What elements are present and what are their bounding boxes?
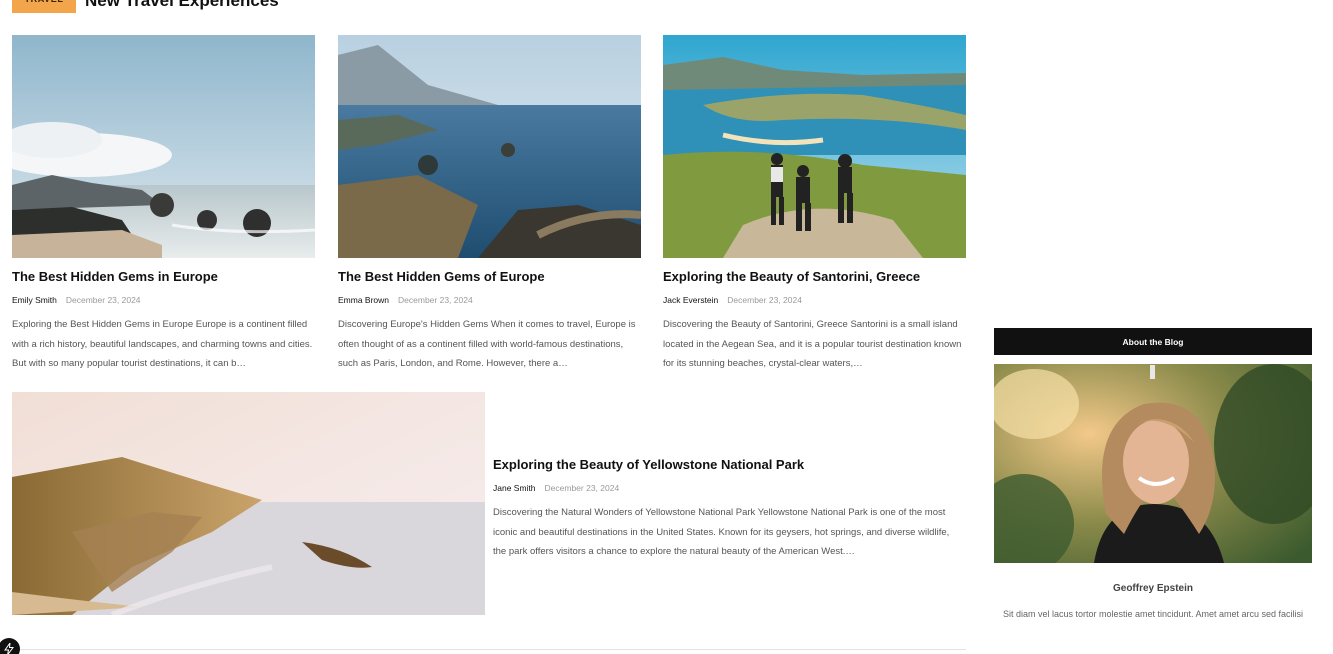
post-title[interactable]: The Best Hidden Gems of Europe bbox=[338, 269, 641, 284]
author-bio: Sit diam vel lacus tortor molestie amet … bbox=[1002, 609, 1304, 619]
post-card: The Best Hidden Gems of Europe Emma Brow… bbox=[338, 35, 641, 373]
post-thumbnail[interactable] bbox=[12, 35, 315, 258]
post-date: December 23, 2024 bbox=[544, 483, 620, 493]
post-author[interactable]: Emily Smith bbox=[12, 295, 57, 305]
post-card: The Best Hidden Gems in Europe Emily Smi… bbox=[12, 35, 315, 373]
post-author[interactable]: Jack Everstein bbox=[663, 295, 718, 305]
post-date: December 23, 2024 bbox=[727, 295, 802, 305]
post-thumbnail[interactable] bbox=[338, 35, 641, 258]
lightning-icon[interactable] bbox=[0, 638, 20, 654]
post-author[interactable]: Emma Brown bbox=[338, 295, 389, 305]
featured-post-card: Exploring the Beauty of Yellowstone Nati… bbox=[12, 392, 966, 615]
sidebar-heading: About the Blog bbox=[994, 328, 1312, 355]
post-excerpt: Discovering Europe's Hidden Gems When it… bbox=[338, 319, 636, 369]
post-title[interactable]: Exploring the Beauty of Santorini, Greec… bbox=[663, 269, 966, 284]
section-header: TRAVEL New Travel Experiences bbox=[12, 0, 279, 13]
post-thumbnail[interactable] bbox=[663, 35, 966, 258]
divider bbox=[12, 649, 966, 650]
post-date: December 23, 2024 bbox=[398, 295, 473, 305]
author-name[interactable]: Geoffrey Epstein bbox=[994, 583, 1312, 594]
author-photo bbox=[994, 364, 1312, 563]
post-date: December 23, 2024 bbox=[65, 295, 141, 305]
section-title: New Travel Experiences bbox=[85, 0, 279, 10]
category-badge[interactable]: TRAVEL bbox=[12, 0, 76, 13]
post-title[interactable]: The Best Hidden Gems in Europe bbox=[12, 269, 315, 284]
post-title[interactable]: Exploring the Beauty of Yellowstone Nati… bbox=[493, 457, 963, 472]
post-card: Exploring the Beauty of Santorini, Greec… bbox=[663, 35, 966, 373]
post-author[interactable]: Jane Smith bbox=[493, 483, 536, 493]
post-thumbnail[interactable] bbox=[12, 392, 485, 615]
post-excerpt: Discovering the Beauty of Santorini, Gre… bbox=[663, 319, 962, 369]
post-excerpt: Exploring the Best Hidden Gems in Europe… bbox=[12, 319, 313, 369]
post-excerpt: Discovering the Natural Wonders of Yello… bbox=[493, 507, 950, 557]
